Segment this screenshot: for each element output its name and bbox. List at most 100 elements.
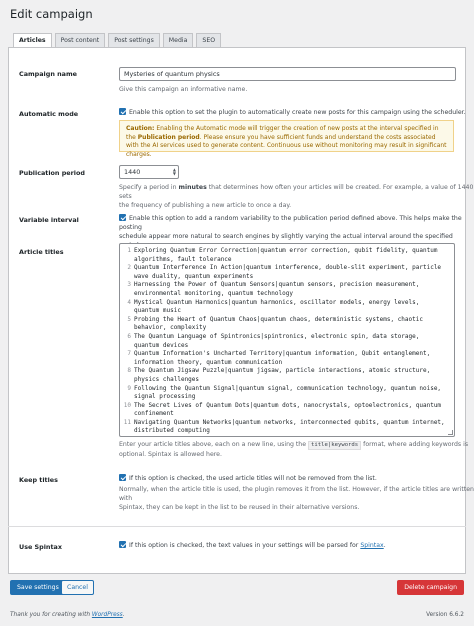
article-title-line: 4 Mystical Quantum Harmonics|quantum harm…	[120, 299, 454, 308]
automatic-mode-row: Enable this option to set the plugin to …	[119, 108, 466, 117]
line-text: behavior, complexity	[134, 324, 207, 332]
spintax-suffix: .	[383, 542, 386, 549]
tab-articles[interactable]: Articles	[13, 33, 52, 48]
tab-post-settings[interactable]: Post settings	[108, 33, 160, 47]
line-number: 10	[123, 401, 131, 409]
variable-interval-checkbox[interactable]	[119, 214, 126, 221]
line-number: 7	[127, 350, 131, 358]
article-title-line: 7 Quantum Information's Uncharted Territo…	[120, 350, 454, 359]
line-number	[120, 359, 134, 368]
page-title: Edit campaign	[10, 7, 93, 21]
save-settings-button[interactable]: Save settings	[10, 580, 66, 595]
publication-desc-bold: minutes	[178, 184, 207, 191]
article-title-line: physics challenges	[120, 376, 454, 385]
spintax-link[interactable]: Spintax	[360, 542, 383, 549]
keep-titles-label: Keep titles	[19, 476, 58, 484]
article-title-line: confinement	[120, 410, 454, 419]
automatic-mode-text: Enable this option to set the plugin to …	[129, 109, 466, 116]
line-number	[120, 376, 134, 385]
tab-seo[interactable]: SEO	[196, 33, 222, 47]
section-divider	[8, 526, 466, 527]
footer-thanks-pre: Thank you for creating with	[10, 612, 91, 618]
article-title-line: signal processing	[120, 393, 454, 402]
article-titles-editor[interactable]: 1 Exploring Quantum Error Correction|quan…	[119, 243, 455, 437]
line-number: 8	[127, 367, 131, 375]
footer-version: Version 6.6.2	[426, 612, 464, 618]
line-text: quantum devices	[134, 341, 189, 349]
use-spintax-checkbox[interactable]	[119, 541, 126, 548]
cancel-button[interactable]: Cancel	[61, 580, 94, 595]
line-text: Quantum Mysteries and the Golden Ratio|g…	[134, 436, 454, 437]
footer-thanks: Thank you for creating with WordPress.	[10, 612, 125, 618]
line-text: information theory, quantum communicatio…	[134, 358, 283, 366]
campaign-name-input[interactable]	[119, 67, 456, 81]
line-text: Navigating Quantum Networks|quantum netw…	[134, 418, 445, 426]
publication-period-desc: Specify a period in minutes that determi…	[119, 183, 474, 210]
line-text: The Secret Lives of Quantum Dots|quantum…	[134, 401, 442, 409]
line-number: 3	[127, 281, 131, 289]
line-number	[120, 307, 134, 316]
caution-bold: Publication period	[137, 133, 200, 141]
line-number: 5	[127, 315, 131, 323]
line-number	[120, 393, 134, 402]
line-text: The Quantum Language of Spintronics|spin…	[134, 332, 420, 340]
line-text: Harnessing the Power of Quantum Sensors|…	[134, 281, 420, 289]
variable-interval-line1: Enable this option to add a random varia…	[119, 215, 462, 231]
campaign-name-desc: Give this campaign an informative name.	[119, 86, 248, 93]
article-title-line: 3 Harnessing the Power of Quantum Sensors…	[120, 281, 454, 290]
article-title-line: environmental monitoring, quantum techno…	[120, 290, 454, 299]
line-text: physics challenges	[134, 375, 200, 383]
line-text: Quantum Information's Uncharted Territor…	[134, 350, 431, 358]
automatic-mode-checkbox[interactable]	[119, 108, 126, 115]
line-text: quantum music	[134, 307, 181, 315]
line-number: 11	[123, 418, 131, 426]
line-number	[120, 273, 134, 282]
automatic-mode-label: Automatic mode	[19, 110, 79, 118]
line-text: signal processing	[134, 393, 196, 401]
keep-titles-checkbox[interactable]	[119, 474, 126, 481]
wordpress-link[interactable]: WordPress	[92, 612, 123, 618]
line-number	[120, 290, 134, 299]
use-spintax-label: Use Spintax	[19, 543, 62, 551]
article-desc-line2: optional. Spintax is allowed here.	[119, 451, 222, 458]
campaign-name-label: Campaign name	[19, 70, 77, 78]
spinner-arrows-icon[interactable]: ▲ ▼	[173, 168, 176, 176]
line-number	[120, 256, 134, 265]
article-desc-post: format, where adding keywords is	[363, 441, 469, 448]
publication-desc-line2: the frequency of publishing a new articl…	[119, 202, 292, 209]
line-text: Following the Quantum Signal|quantum sig…	[134, 384, 442, 392]
use-spintax-text: If this option is checked, the text valu…	[129, 542, 359, 549]
line-number: 1	[127, 247, 131, 254]
article-titles-label: Article titles	[19, 248, 64, 256]
article-title-line: 9 Following the Quantum Signal|quantum si…	[120, 385, 454, 394]
tab-media[interactable]: Media	[162, 33, 194, 47]
line-text: Probing the Heart of Quantum Chaos|quant…	[134, 315, 423, 323]
publication-period-input[interactable]: 1440 ▲ ▼	[119, 165, 179, 179]
tab-post-content[interactable]: Post content	[54, 33, 106, 47]
keep-titles-desc-line2: Spintax, they can be kept in the list to…	[119, 504, 360, 511]
line-number	[120, 427, 134, 436]
line-number: 2	[127, 264, 131, 272]
article-title-line: information theory, quantum communicatio…	[120, 359, 454, 368]
variable-interval-label: Variable interval	[19, 216, 79, 224]
line-text: Quantum Interference In Action|quantum i…	[134, 264, 442, 272]
line-number: 6	[127, 332, 131, 340]
keep-titles-text: If this option is checked, the used arti…	[129, 475, 377, 482]
delete-campaign-button[interactable]: Delete campaign	[397, 580, 464, 595]
line-text: Exploring Quantum Error Correction|quant…	[134, 247, 438, 254]
footer-thanks-post: .	[122, 612, 125, 618]
use-spintax-row: If this option is checked, the text valu…	[119, 541, 386, 550]
article-title-line: 2 Quantum Interference In Action|quantum …	[120, 264, 454, 273]
line-text: wave duality, quantum experiments	[134, 272, 254, 280]
article-title-line: quantum music	[120, 307, 454, 316]
publication-period-value: 1440	[124, 168, 141, 176]
settings-tabs: Articles Post content Post settings Medi…	[13, 33, 222, 48]
article-title-line: distributed computing	[120, 427, 454, 436]
keep-titles-desc: Normally, when the article title is used…	[119, 485, 474, 512]
keep-titles-row: If this option is checked, the used arti…	[119, 474, 377, 483]
resize-handle[interactable]	[448, 430, 453, 435]
article-title-line: quantum devices	[120, 342, 454, 351]
line-text: distributed computing	[134, 427, 210, 435]
line-text: confinement	[134, 410, 174, 418]
line-text: environmental monitoring, quantum techno…	[134, 289, 293, 297]
